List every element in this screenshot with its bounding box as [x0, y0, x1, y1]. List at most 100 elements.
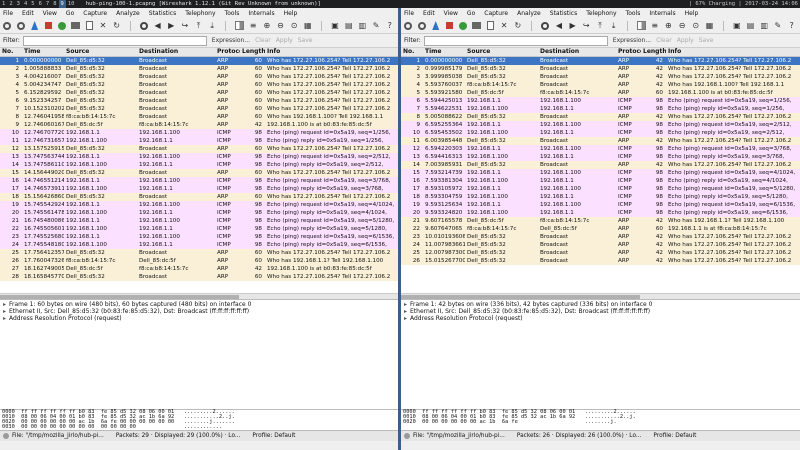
open-file-icon[interactable] — [471, 20, 482, 31]
col-destination-header[interactable]: Destination — [137, 48, 215, 56]
col-source-header[interactable]: Source — [64, 48, 137, 56]
table-row[interactable]: 11 6.003985448 Dell_85:d5:32 Broadcast ARP 42… — [401, 137, 800, 145]
table-row[interactable]: 7 5.594622531 192.168.1.100 192.168.1.1 ICMP… — [401, 105, 800, 113]
go-to-packet-icon[interactable]: ↪ — [180, 20, 191, 31]
workspace-button[interactable]: 2 — [7, 0, 14, 8]
table-row[interactable]: 12 6.594220303 192.168.1.1 192.168.1.100 ICM… — [401, 145, 800, 153]
menu-view[interactable]: View — [444, 10, 458, 17]
menu-help[interactable]: Help — [685, 10, 699, 17]
go-to-packet-icon[interactable]: ↪ — [581, 20, 592, 31]
table-row[interactable]: 12 13.157525915 Dell_85:d5:32 Broadcast ARP 6… — [0, 145, 398, 153]
colorize-icon[interactable] — [636, 20, 647, 31]
horizontal-scrollbar[interactable] — [0, 293, 398, 299]
zoom-out-icon[interactable]: ⊖ — [275, 20, 286, 31]
menu-internals[interactable]: Internals — [649, 10, 675, 17]
col-length-header[interactable]: Length — [240, 48, 265, 56]
detail-tree-item[interactable]: ▸ Address Resolution Protocol (request) — [401, 315, 800, 322]
last-packet-icon[interactable]: ⤓ — [207, 20, 218, 31]
table-row[interactable]: 2 0.999985179 Dell_85:d5:32 Broadcast ARP 42 W… — [401, 65, 800, 73]
auto-scroll-icon[interactable]: ≡ — [248, 20, 259, 31]
status-profile[interactable]: Profile: Default — [653, 431, 696, 441]
preferences-icon[interactable]: ✎ — [773, 20, 784, 31]
go-forward-icon[interactable]: ▶ — [567, 20, 578, 31]
col-source-header[interactable]: Source — [465, 48, 538, 56]
menu-view[interactable]: View — [43, 10, 57, 17]
col-protocol-header[interactable]: Protocol — [616, 48, 641, 56]
menu-telephony[interactable]: Telephony — [185, 10, 215, 17]
zoom-in-icon[interactable]: ⊕ — [261, 20, 272, 31]
table-row[interactable]: 10 6.595453502 192.168.1.100 192.168.1.1 ICM… — [401, 129, 800, 137]
table-row[interactable]: 25 17.756412357 Dell_85:d5:32 Broadcast ARP 6… — [0, 249, 398, 257]
workspace-button[interactable]: 7 — [44, 0, 51, 8]
capture-filters-icon[interactable]: ▣ — [330, 20, 341, 31]
capture-options-icon[interactable] — [417, 20, 428, 31]
restart-capture-icon[interactable] — [57, 20, 68, 31]
table-row[interactable]: 5 6.152829592 Dell_85:d5:32 Broadcast ARP 60 W… — [0, 89, 398, 97]
col-protocol-header[interactable]: Protocol — [215, 48, 240, 56]
col-info-header[interactable]: Info — [666, 48, 800, 56]
table-row[interactable]: 27 18.162749005 Dell_85:dc:5f f8:ca:b8:14:1… — [0, 265, 398, 273]
table-row[interactable]: 11 12.746731657 192.168.1.100 192.168.1.1 IC… — [0, 137, 398, 145]
table-row[interactable]: 18 15.156426860 Dell_85:d5:32 Broadcast ARP 6… — [0, 193, 398, 201]
zoom-out-icon[interactable]: ⊖ — [677, 20, 688, 31]
workspace-button[interactable]: 8 — [51, 0, 58, 8]
table-row[interactable]: 7 10.152310202 Dell_85:d5:32 Broadcast ARP 60… — [0, 105, 398, 113]
table-row[interactable]: 14 7.003985931 Dell_85:d5:32 Broadcast ARP 42… — [401, 161, 800, 169]
menu-help[interactable]: Help — [284, 10, 298, 17]
workspace-button[interactable]: 3 — [15, 0, 22, 8]
col-destination-header[interactable]: Destination — [538, 48, 616, 56]
start-capture-icon[interactable] — [430, 20, 441, 31]
table-row[interactable]: 9 6.595255364 192.168.1.1 192.168.1.100 ICMP… — [401, 121, 800, 129]
find-packet-icon[interactable] — [540, 20, 551, 31]
status-profile[interactable]: Profile: Default — [252, 431, 295, 441]
table-row[interactable]: 17 14.746573911 192.168.1.100 192.168.1.1 IC… — [0, 185, 398, 193]
col-time-header[interactable]: Time — [22, 48, 64, 56]
table-row[interactable]: 18 8.593304759 192.168.1.100 192.168.1.1 ICM… — [401, 193, 800, 201]
expert-info-icon[interactable] — [3, 433, 9, 439]
first-packet-icon[interactable]: ⤒ — [595, 20, 606, 31]
detail-tree-item[interactable]: ▸ Address Resolution Protocol (request) — [0, 315, 398, 322]
help-icon[interactable]: ? — [786, 20, 797, 31]
auto-scroll-icon[interactable]: ≡ — [649, 20, 660, 31]
coloring-rules-icon[interactable]: ▥ — [759, 20, 770, 31]
table-row[interactable]: 8 12.746041958 f8:ca:b8:14:15:7c Broadcast A… — [0, 113, 398, 121]
table-row[interactable]: 15 14.156449020 Dell_85:d5:32 Broadcast ARP 6… — [0, 169, 398, 177]
table-row[interactable]: 16 14.746551214 192.168.1.1 192.168.1.100 IC… — [0, 177, 398, 185]
detail-tree-item[interactable]: ▸ Ethernet II, Src: Dell_85:d5:32 (b0:83:… — [401, 308, 800, 315]
interfaces-icon[interactable] — [403, 20, 414, 31]
col-time-header[interactable]: Time — [423, 48, 465, 56]
table-row[interactable]: 23 17.745525680 192.168.1.1 192.168.1.100 IC… — [0, 233, 398, 241]
menu-edit[interactable]: Edit — [22, 10, 34, 17]
resize-columns-icon[interactable]: ▦ — [302, 20, 313, 31]
zoom-in-icon[interactable]: ⊕ — [663, 20, 674, 31]
table-row[interactable]: 3 4.004216007 Dell_85:d5:32 Broadcast ARP 60 W… — [0, 73, 398, 81]
table-row[interactable]: 25 12.007987300 Dell_85:d5:32 Broadcast ARP 4… — [401, 249, 800, 257]
apply-button[interactable]: Apply — [677, 37, 694, 44]
table-row[interactable]: 26 15.015267700 Dell_85:d5:32 Broadcast ARP 4… — [401, 257, 800, 265]
workspace-button[interactable]: 4 — [22, 0, 29, 8]
horizontal-scrollbar[interactable] — [401, 293, 800, 299]
filter-input[interactable] — [423, 35, 608, 46]
table-row[interactable]: 5 5.593921580 Dell_85:dc:5f f8:ca:b8:14:15:… — [401, 89, 800, 97]
table-row[interactable]: 20 9.593324820 192.168.1.100 192.168.1.1 ICM… — [401, 209, 800, 217]
table-row[interactable]: 13 6.594416313 192.168.1.100 192.168.1.1 ICM… — [401, 153, 800, 161]
detail-tree-item[interactable]: ▸ Ethernet II, Src: Dell_85:d5:32 (b0:83:… — [0, 308, 398, 315]
display-filters-icon[interactable]: ▤ — [343, 20, 354, 31]
table-row[interactable]: 1 0.000000000 Dell_85:d5:32 Broadcast ARP 42 W… — [401, 57, 800, 65]
table-row[interactable]: 9 12.746060167 Dell_85:dc:5f f8:ca:b8:14:15… — [0, 121, 398, 129]
table-row[interactable]: 26 17.760047326 f8:ca:b8:14:15:7c Dell_85:d… — [0, 257, 398, 265]
go-forward-icon[interactable]: ▶ — [166, 20, 177, 31]
menu-statistics[interactable]: Statistics — [550, 10, 577, 17]
table-row[interactable]: 28 18.165845770 Dell_85:d5:32 Broadcast ARP 6… — [0, 273, 398, 281]
scrollbar-thumb[interactable] — [401, 295, 641, 299]
detail-tree-item[interactable]: ▸ Frame 1: 42 bytes on wire (336 bits), 4… — [401, 301, 800, 308]
table-row[interactable]: 16 7.593381304 192.168.1.100 192.168.1.1 ICM… — [401, 177, 800, 185]
menu-tools[interactable]: Tools — [626, 10, 641, 17]
help-icon[interactable]: ? — [384, 20, 395, 31]
expression-button[interactable]: Expression... — [212, 37, 250, 44]
filter-input[interactable] — [22, 35, 207, 46]
save-button[interactable]: Save — [699, 37, 714, 44]
table-row[interactable]: 22 9.607647065 f8:ca:b8:14:15:7c Dell_85:dc… — [401, 225, 800, 233]
table-row[interactable]: 6 9.152334257 Dell_85:d5:32 Broadcast ARP 60 W… — [0, 97, 398, 105]
col-no-header[interactable]: No. — [401, 48, 423, 56]
